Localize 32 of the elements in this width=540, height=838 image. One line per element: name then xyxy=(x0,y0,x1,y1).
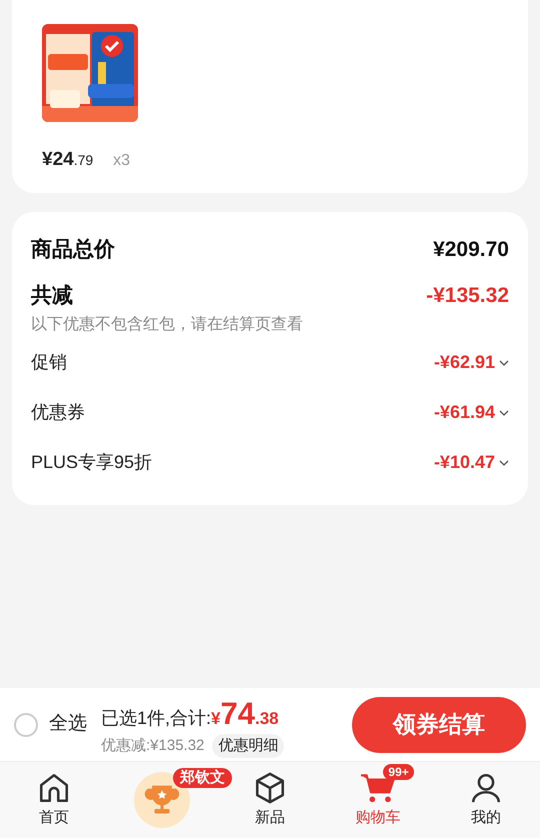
selected-summary: 已选1件,合计: xyxy=(101,707,212,730)
chevron-down-icon xyxy=(499,360,509,366)
promo-badge: 郑钦文 xyxy=(172,768,232,788)
nav-tab[interactable]: 首页 xyxy=(0,762,108,838)
item-quantity: x3 xyxy=(113,151,130,171)
discount-label: 促销 xyxy=(31,351,67,374)
discount-note: 以下优惠不包含红包，请在结算页查看 xyxy=(31,314,304,335)
discount-label: 优惠券 xyxy=(31,401,85,424)
select-all-label: 全选 xyxy=(49,712,87,736)
checkout-total: ¥74.38 xyxy=(211,695,279,733)
cube-icon xyxy=(253,770,287,805)
discount-row[interactable]: PLUS专享95折 -¥10.47 xyxy=(31,438,509,487)
count-badge: 99+ xyxy=(383,764,414,780)
discount-value: -¥62.91 xyxy=(434,351,495,374)
discount-detail-button[interactable]: 优惠明细 xyxy=(212,734,284,758)
discount-summary: 优惠减:¥135.32 xyxy=(101,736,204,756)
discount-row[interactable]: 促销 -¥62.91 xyxy=(31,338,509,387)
discount-row[interactable]: 优惠券 -¥61.94 xyxy=(31,388,509,437)
reduction-value: -¥135.32 xyxy=(426,282,509,308)
reduction-label: 共减 xyxy=(31,282,73,308)
select-all-checkbox[interactable] xyxy=(14,712,38,736)
total-label: 商品总价 xyxy=(31,236,115,263)
chevron-down-icon xyxy=(499,410,509,416)
checkout-button[interactable]: 领券结算 xyxy=(352,696,526,752)
discount-label: PLUS专享95折 xyxy=(31,451,152,474)
nav-tab[interactable]: 购物车 99+ xyxy=(324,762,432,838)
nav-tab[interactable]: 我的 xyxy=(432,762,540,838)
discount-value: -¥61.94 xyxy=(434,401,495,424)
item-price: ¥24.79 xyxy=(42,148,94,172)
discount-value: -¥10.47 xyxy=(434,451,495,474)
chevron-down-icon xyxy=(499,460,509,466)
total-value: ¥209.70 xyxy=(433,237,509,263)
